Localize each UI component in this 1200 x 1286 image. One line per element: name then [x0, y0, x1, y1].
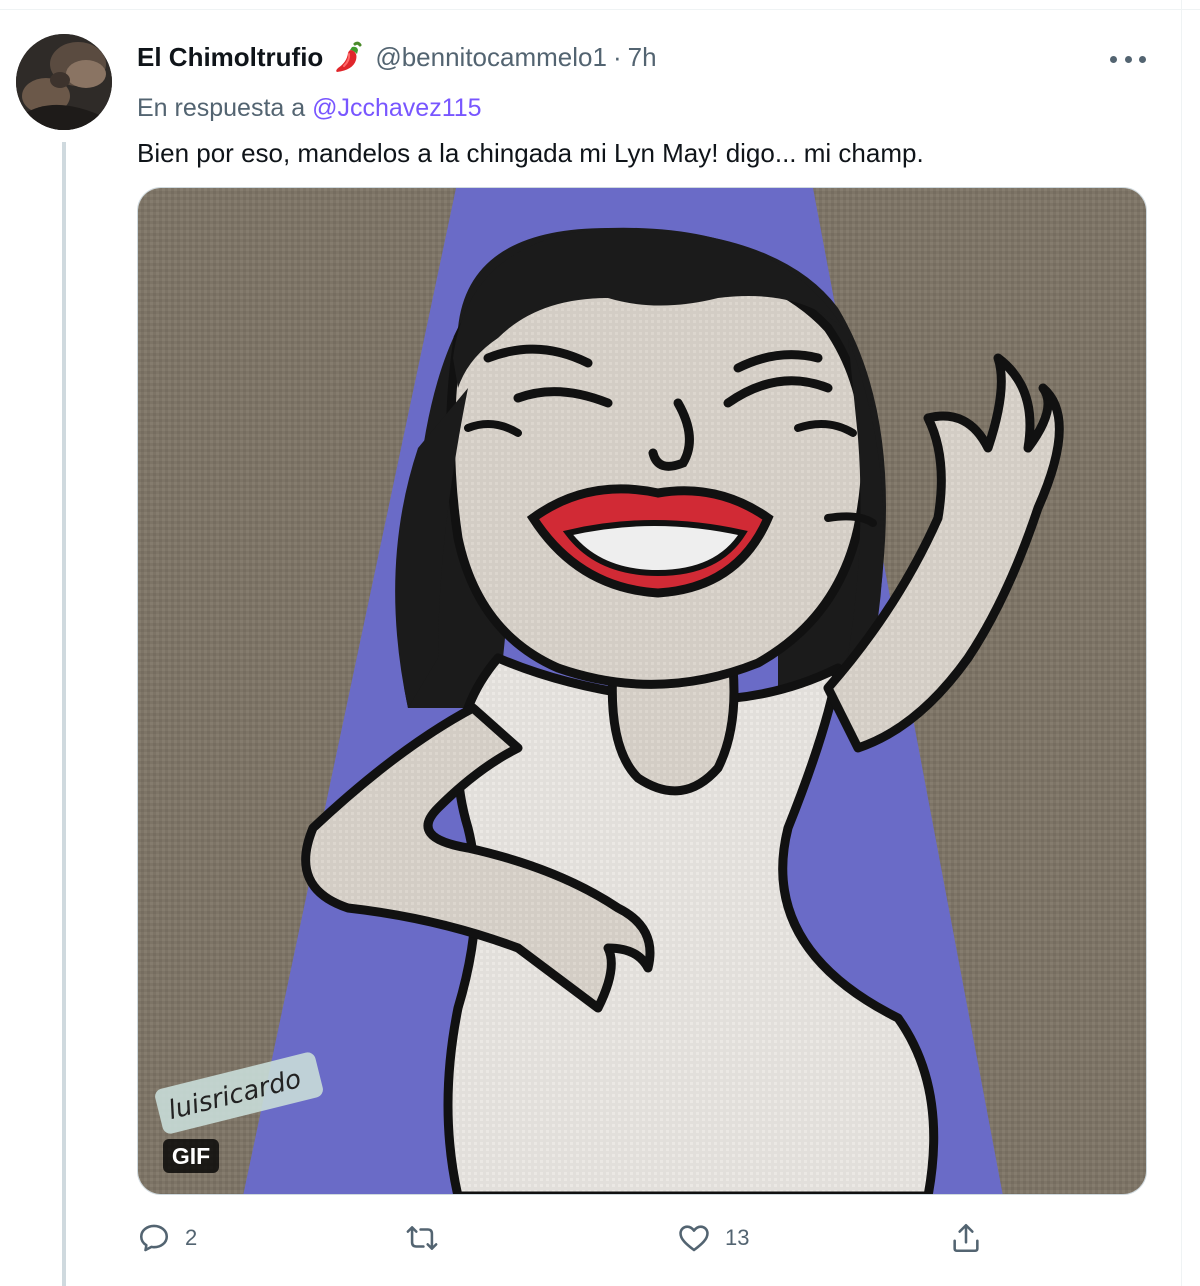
- reply-prefix: En respuesta a: [137, 94, 306, 122]
- reply-count: 2: [185, 1225, 198, 1250]
- thread-line: [62, 142, 66, 1286]
- like-icon: [679, 1225, 709, 1252]
- reply-icon: [139, 1224, 169, 1252]
- hot-pepper-icon: [333, 40, 363, 74]
- retweet-button[interactable]: [405, 1218, 453, 1258]
- more-icon[interactable]: [1110, 46, 1146, 72]
- share-button[interactable]: [949, 1218, 983, 1258]
- reply-context: En respuesta a @Jcchavez115: [137, 94, 482, 123]
- gif-badge: GIF: [163, 1139, 219, 1173]
- tweet-actions: 2 13: [137, 1218, 997, 1258]
- more-dot: [1110, 55, 1117, 63]
- like-count: 13: [725, 1225, 750, 1250]
- tweet-media-gif[interactable]: luisricardo GIF: [137, 187, 1147, 1195]
- avatar[interactable]: [16, 34, 112, 130]
- tweet[interactable]: El Chimoltrufio @bennitocammelo1 · 7h En…: [0, 10, 1182, 1286]
- reply-mention-link[interactable]: @Jcchavez115: [312, 94, 481, 122]
- more-dot: [1124, 55, 1132, 63]
- handle[interactable]: @bennitocammelo1: [375, 42, 607, 73]
- tweet-text: Bien por eso, mandelos a la chingada mi …: [137, 138, 924, 168]
- tweet-header: El Chimoltrufio @bennitocammelo1 · 7h: [137, 40, 657, 74]
- separator: ·: [612, 41, 622, 72]
- reply-button[interactable]: 2: [137, 1218, 197, 1258]
- retweet-icon: [406, 1226, 438, 1250]
- more-dot: [1139, 55, 1146, 63]
- share-icon: [953, 1223, 979, 1253]
- gif-illustration: luisricardo: [138, 188, 1146, 1194]
- display-name[interactable]: El Chimoltrufio: [137, 42, 323, 73]
- timestamp[interactable]: 7h: [628, 42, 657, 73]
- like-button[interactable]: 13: [677, 1218, 749, 1258]
- timeline-top-border: [0, 0, 1200, 10]
